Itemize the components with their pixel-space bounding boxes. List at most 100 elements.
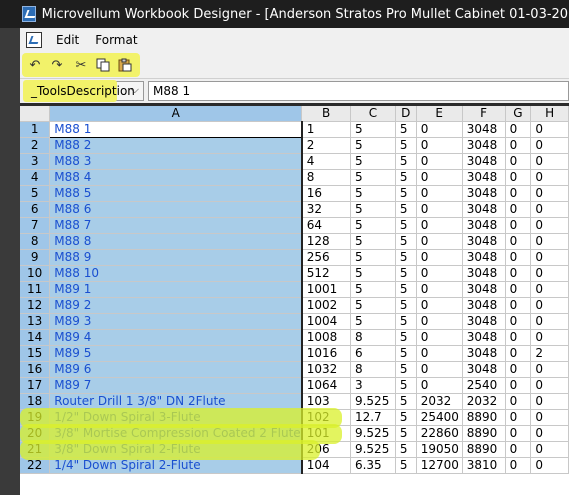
cell-c[interactable]: 5: [350, 121, 396, 138]
cell-h[interactable]: 2: [530, 345, 569, 362]
cell-g[interactable]: 0: [505, 249, 532, 266]
cell-f[interactable]: 8890: [462, 409, 506, 426]
cell-h[interactable]: 0: [530, 249, 569, 266]
sheet-selector[interactable]: _ToolsDescription ⌵: [23, 80, 144, 102]
cell-g[interactable]: 0: [505, 409, 532, 426]
cell-c[interactable]: 5: [350, 265, 396, 282]
cell-g[interactable]: 0: [505, 345, 532, 362]
cell-h[interactable]: 0: [530, 153, 569, 170]
cell-g[interactable]: 0: [505, 329, 532, 346]
cell-f[interactable]: 3048: [462, 361, 506, 378]
cell-d[interactable]: 5: [395, 217, 417, 234]
cell-c[interactable]: 6: [350, 345, 396, 362]
cell-g[interactable]: 0: [505, 441, 532, 458]
cell-b[interactable]: 1032: [300, 361, 351, 378]
cell-f[interactable]: 3048: [462, 217, 506, 234]
cell-f[interactable]: 3048: [462, 297, 506, 314]
cell-a[interactable]: M88 1: [49, 121, 303, 138]
cell-h[interactable]: 0: [530, 233, 569, 250]
cut-icon[interactable]: ✂: [72, 56, 90, 74]
cell-e[interactable]: 0: [416, 361, 463, 378]
cell-h[interactable]: 0: [530, 185, 569, 202]
cell-e[interactable]: 0: [416, 329, 463, 346]
cell-a[interactable]: M88 4: [49, 169, 303, 186]
cell-g[interactable]: 0: [505, 393, 532, 410]
cell-f[interactable]: 3048: [462, 233, 506, 250]
undo-icon[interactable]: ↶: [26, 56, 44, 74]
row-header[interactable]: 1: [20, 121, 51, 138]
cell-g[interactable]: 0: [505, 313, 532, 330]
cell-h[interactable]: 0: [530, 121, 569, 138]
column-header-b[interactable]: B: [301, 106, 351, 122]
row-header[interactable]: 9: [20, 249, 51, 266]
row-header[interactable]: 13: [20, 313, 51, 330]
cell-c[interactable]: 8: [350, 361, 396, 378]
cell-h[interactable]: 0: [530, 281, 569, 298]
cell-h[interactable]: 0: [530, 377, 569, 394]
cell-e[interactable]: 0: [416, 169, 463, 186]
cell-d[interactable]: 5: [395, 233, 417, 250]
cell-d[interactable]: 5: [395, 185, 417, 202]
column-header-d[interactable]: D: [395, 106, 417, 122]
cell-a[interactable]: 1/4" Down Spiral 2-Flute: [49, 457, 303, 474]
cell-b[interactable]: 206: [300, 441, 351, 458]
cell-e[interactable]: 0: [416, 265, 463, 282]
cell-g[interactable]: 0: [505, 377, 532, 394]
cell-a[interactable]: M88 9: [49, 249, 303, 266]
cell-b[interactable]: 1002: [300, 297, 351, 314]
document-icon[interactable]: [26, 32, 42, 48]
cell-d[interactable]: 5: [395, 281, 417, 298]
row-header[interactable]: 3: [20, 153, 51, 170]
cell-b[interactable]: 8: [300, 169, 351, 186]
cell-h[interactable]: 0: [530, 297, 569, 314]
cell-g[interactable]: 0: [505, 457, 532, 474]
cell-d[interactable]: 5: [395, 361, 417, 378]
cell-d[interactable]: 5: [395, 393, 417, 410]
cell-d[interactable]: 5: [395, 201, 417, 218]
cell-c[interactable]: 5: [350, 185, 396, 202]
cell-e[interactable]: 25400: [416, 409, 463, 426]
cell-b[interactable]: 1016: [300, 345, 351, 362]
cell-e[interactable]: 0: [416, 313, 463, 330]
column-header-e[interactable]: E: [416, 106, 463, 122]
cell-e[interactable]: 0: [416, 185, 463, 202]
row-header[interactable]: 16: [20, 361, 51, 378]
cell-e[interactable]: 12700: [416, 457, 463, 474]
cell-g[interactable]: 0: [505, 425, 532, 442]
cell-c[interactable]: 5: [350, 249, 396, 266]
cell-f[interactable]: 3048: [462, 345, 506, 362]
cell-f[interactable]: 3048: [462, 313, 506, 330]
cell-e[interactable]: 0: [416, 201, 463, 218]
cell-b[interactable]: 64: [300, 217, 351, 234]
cell-f[interactable]: 3048: [462, 137, 506, 154]
spreadsheet-grid[interactable]: A B C D E F G H 1 M88 1 1 5 5 0 3048 0 0 2 M88 225…: [20, 106, 569, 495]
cell-a[interactable]: 3/8" Mortise Compression Coated 2 Flute: [49, 425, 303, 442]
row-header[interactable]: 12: [20, 297, 51, 314]
corner-cell[interactable]: [20, 106, 51, 122]
cell-c[interactable]: 5: [350, 313, 396, 330]
cell-b[interactable]: 1001: [300, 281, 351, 298]
cell-h[interactable]: 0: [530, 217, 569, 234]
cell-e[interactable]: 0: [416, 217, 463, 234]
cell-a[interactable]: M88 3: [49, 153, 303, 170]
cell-f[interactable]: 8890: [462, 425, 506, 442]
cell-c[interactable]: 5: [350, 217, 396, 234]
cell-d[interactable]: 5: [395, 313, 417, 330]
cell-h[interactable]: 0: [530, 201, 569, 218]
cell-h[interactable]: 0: [530, 313, 569, 330]
cell-g[interactable]: 0: [505, 297, 532, 314]
cell-d[interactable]: 5: [395, 441, 417, 458]
column-header-f[interactable]: F: [462, 106, 506, 122]
cell-b[interactable]: 32: [300, 201, 351, 218]
cell-b[interactable]: 512: [300, 265, 351, 282]
cell-g[interactable]: 0: [505, 121, 532, 138]
cell-b[interactable]: 16: [300, 185, 351, 202]
cell-f[interactable]: 3048: [462, 153, 506, 170]
cell-c[interactable]: 9.525: [350, 425, 396, 442]
cell-f[interactable]: 3048: [462, 265, 506, 282]
cell-h[interactable]: 0: [530, 169, 569, 186]
cell-h[interactable]: 0: [530, 265, 569, 282]
cell-e[interactable]: 0: [416, 121, 463, 138]
cell-g[interactable]: 0: [505, 217, 532, 234]
cell-b[interactable]: 128: [300, 233, 351, 250]
